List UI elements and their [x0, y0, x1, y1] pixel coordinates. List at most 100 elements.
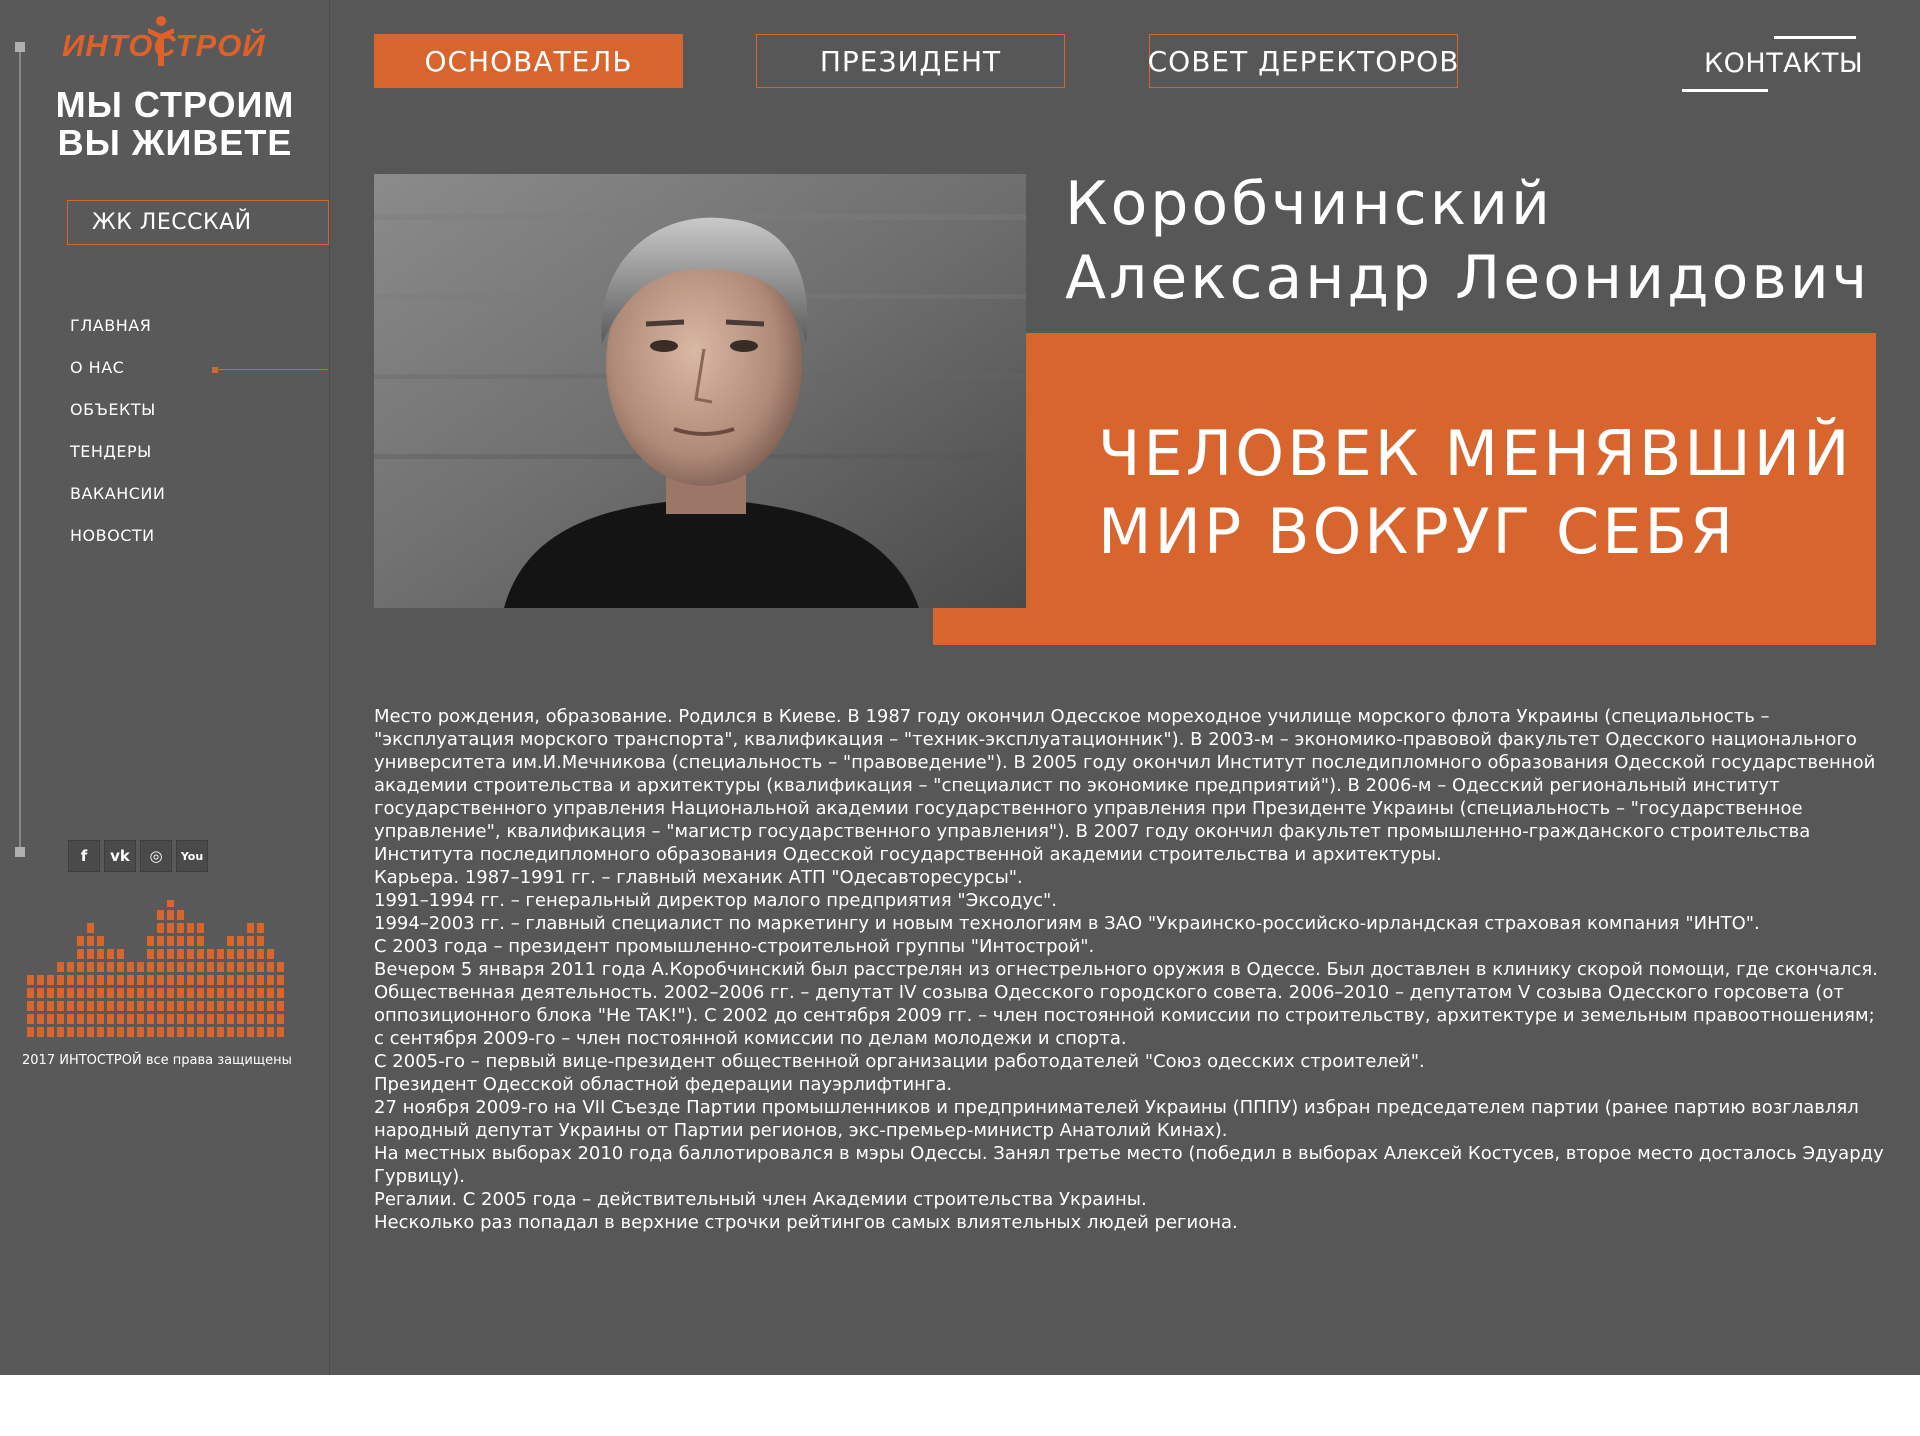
tagline-line-1: ЧЕЛОВЕК МЕНЯВШИЙ [1098, 417, 1853, 490]
equalizer-cell [237, 1027, 244, 1037]
equalizer-cell [87, 1001, 94, 1011]
instagram-icon[interactable]: ◎ [140, 840, 172, 872]
equalizer-cell [207, 949, 214, 959]
equalizer-cell [227, 962, 234, 972]
copyright: 2017 ИНТОСТРОЙ все права защищены [22, 1053, 292, 1068]
slogan: МЫ СТРОИМ ВЫ ЖИВЕТЕ [50, 86, 300, 162]
equalizer-cell [207, 962, 214, 972]
social-links: f vk ◎ You [68, 840, 208, 872]
equalizer-cell [57, 1027, 64, 1037]
equalizer-cell [117, 1027, 124, 1037]
equalizer-cell [137, 1001, 144, 1011]
equalizer-cell [197, 1014, 204, 1024]
equalizer-cell [107, 949, 114, 959]
equalizer-cell [227, 975, 234, 985]
equalizer-cell [217, 975, 224, 985]
equalizer-cell [157, 1014, 164, 1024]
equalizer-cell [237, 936, 244, 946]
equalizer-cell [247, 988, 254, 998]
contacts-link[interactable]: КОНТАКТЫ [1682, 36, 1863, 92]
slogan-line-2: ВЫ ЖИВЕТЕ [57, 122, 293, 163]
youtube-icon[interactable]: You [176, 840, 208, 872]
equalizer-cell [247, 949, 254, 959]
scroll-top-handle[interactable] [15, 42, 25, 52]
equalizer-cell [87, 1027, 94, 1037]
facebook-icon[interactable]: f [68, 840, 100, 872]
equalizer-cell [137, 962, 144, 972]
equalizer-cell [147, 936, 154, 946]
equalizer-cell [277, 975, 284, 985]
equalizer-cell [147, 962, 154, 972]
equalizer-cell [127, 1027, 134, 1037]
sidebar-item-objects[interactable]: ОБЪЕКТЫ [70, 399, 165, 441]
equalizer-cell [207, 988, 214, 998]
equalizer-cell [177, 923, 184, 933]
equalizer-cell [167, 1014, 174, 1024]
equalizer-cell [127, 962, 134, 972]
equalizer-cell [227, 1027, 234, 1037]
equalizer-cell [187, 1001, 194, 1011]
bio-paragraph: С 2003 года – президент промышленно-стро… [374, 936, 1095, 957]
sidebar-item-news[interactable]: НОВОСТИ [70, 525, 165, 567]
equalizer-cell [67, 1014, 74, 1024]
equalizer-cell [167, 910, 174, 920]
equalizer-cell [157, 975, 164, 985]
equalizer-cell [217, 1014, 224, 1024]
active-marker [212, 367, 218, 373]
tab-president[interactable]: ПРЕЗИДЕНТ [756, 34, 1065, 88]
equalizer-cell [197, 949, 204, 959]
equalizer-cell [147, 1001, 154, 1011]
equalizer-cell [277, 962, 284, 972]
equalizer-cell [97, 975, 104, 985]
portrait-image [374, 174, 1026, 608]
equalizer-cell [107, 962, 114, 972]
bio-paragraph: 1991–1994 гг. – генеральный директор мал… [374, 890, 1058, 911]
sidebar-item-vacancies[interactable]: ВАКАНСИИ [70, 483, 165, 525]
equalizer-cell [227, 988, 234, 998]
scroll-track[interactable] [19, 46, 21, 852]
sidebar-nav: ГЛАВНАЯ О НАС ОБЪЕКТЫ ТЕНДЕРЫ ВАКАНСИИ Н… [70, 315, 328, 567]
project-lesskai-button[interactable]: ЖК ЛЕССКАЙ [67, 200, 329, 245]
equalizer-cell [167, 949, 174, 959]
equalizer-cell [247, 1001, 254, 1011]
equalizer-cell [207, 1027, 214, 1037]
equalizer-cell [67, 1001, 74, 1011]
scroll-bottom-handle[interactable] [15, 847, 25, 857]
equalizer-cell [57, 962, 64, 972]
equalizer-cell [27, 1014, 34, 1024]
equalizer-cell [87, 988, 94, 998]
vk-icon[interactable]: vk [104, 840, 136, 872]
logo[interactable]: ИНТОСТРОЙ [62, 16, 294, 68]
equalizer-cell [147, 975, 154, 985]
equalizer-cell [277, 1027, 284, 1037]
sidebar-item-tenders[interactable]: ТЕНДЕРЫ [70, 441, 165, 483]
equalizer-cell [187, 1014, 194, 1024]
sidebar-item-home[interactable]: ГЛАВНАЯ [70, 315, 165, 357]
sidebar: ИНТОСТРОЙ МЫ СТРОИМ ВЫ ЖИВЕТЕ ЖК ЛЕССКАЙ… [0, 0, 330, 1375]
tab-board-of-directors[interactable]: СОВЕТ ДЕРЕКТОРОВ [1148, 34, 1458, 88]
equalizer-cell [167, 962, 174, 972]
page: ИНТОСТРОЙ МЫ СТРОИМ ВЫ ЖИВЕТЕ ЖК ЛЕССКАЙ… [0, 0, 1920, 1375]
equalizer-cell [187, 988, 194, 998]
equalizer-cell [77, 1014, 84, 1024]
bio-paragraph: Место рождения, образование. Родился в К… [374, 706, 1876, 865]
equalizer-cell [97, 1014, 104, 1024]
equalizer-cell [177, 975, 184, 985]
sidebar-item-about[interactable]: О НАС [70, 357, 328, 399]
equalizer-cell [77, 949, 84, 959]
equalizer-cell [37, 975, 44, 985]
equalizer-cell [197, 988, 204, 998]
equalizer-cell [177, 910, 184, 920]
bio-paragraph: Несколько раз попадал в верхние строчки … [374, 1212, 1238, 1233]
equalizer-cell [187, 975, 194, 985]
sidebar-item-label: О НАС [70, 358, 125, 377]
equalizer-cell [277, 1001, 284, 1011]
equalizer-cell [167, 923, 174, 933]
tab-founder[interactable]: ОСНОВАТЕЛЬ [374, 34, 683, 88]
equalizer-cell [97, 1027, 104, 1037]
equalizer-cell [257, 923, 264, 933]
equalizer-cell [177, 1027, 184, 1037]
equalizer-cell [257, 1001, 264, 1011]
founder-name: Коробчинский Александр Леонидович [1065, 167, 1870, 315]
bio-paragraph: Регалии. С 2005 года – действительный чл… [374, 1189, 1147, 1210]
